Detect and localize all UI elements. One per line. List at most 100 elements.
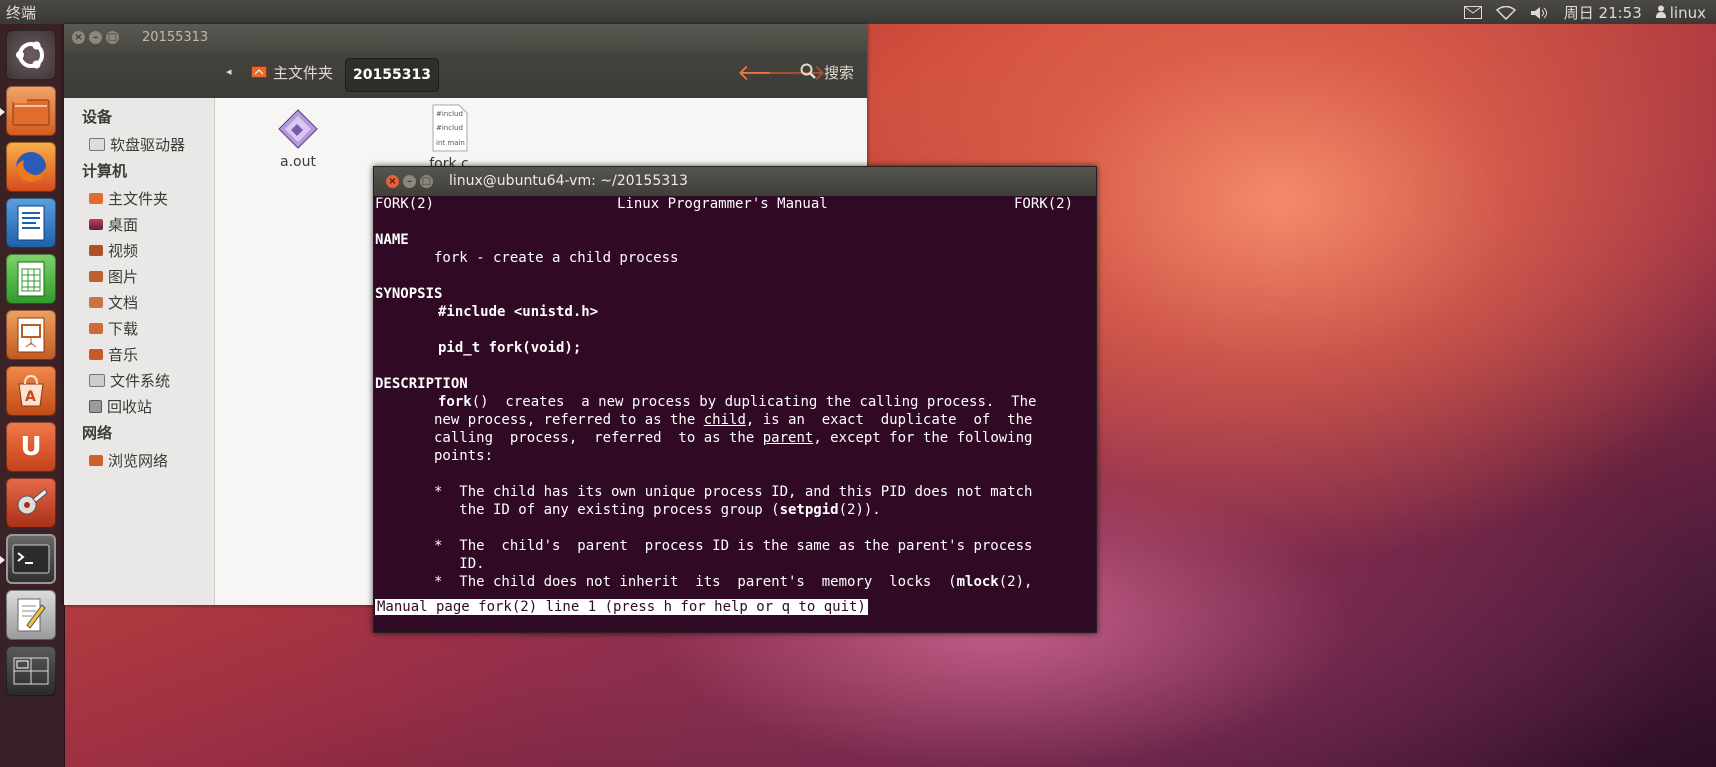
file-manager-titlebar[interactable]: × – □ 20155313 <box>64 24 867 52</box>
sidebar-item-browse-network[interactable]: 浏览网络 <box>89 450 168 471</box>
sidebar-item-home[interactable]: 主文件夹 <box>89 188 168 209</box>
sidebar-item-label: 音乐 <box>108 346 139 364</box>
presentation-icon <box>6 310 56 360</box>
man-desc-line-3: calling process, referred to as the pare… <box>375 430 1032 446</box>
sidebar-heading-devices: 设备 <box>82 108 113 126</box>
launcher-terminal-button[interactable] <box>6 534 56 584</box>
sidebar-item-filesystem[interactable]: 文件系统 <box>89 370 170 391</box>
maximize-icon[interactable]: □ <box>106 31 119 44</box>
man-desc-line-1: fork() creates a new process by duplicat… <box>438 394 1036 410</box>
terminal-output[interactable]: FORK(2) Linux Programmer's Manual FORK(2… <box>374 196 1096 632</box>
terminal-titlebar[interactable]: × – □ linux@ubuntu64-vm: ~/20155313 <box>374 167 1096 196</box>
filesystem-icon <box>89 374 105 387</box>
sidebar-item-music[interactable]: 音乐 <box>89 344 138 365</box>
file-manager-toolbar: ◂ 主文件夹 20155313 🡐 🡒 搜索 <box>64 52 867 98</box>
man-desc-line-2: new process, referred to as the child, i… <box>375 412 1032 428</box>
terminal-title: linux@ubuntu64-vm: ~/20155313 <box>449 173 688 189</box>
top-panel: 终端 周日 21:53 linux <box>0 0 1716 24</box>
terminal-icon <box>6 534 56 584</box>
man-text: * The child does not inherit its parent'… <box>375 574 957 590</box>
man-bullet-3-line-1: * The child does not inherit its parent'… <box>375 574 1032 590</box>
man-text: , except for the following <box>813 430 1033 446</box>
firefox-icon <box>6 142 56 192</box>
sidebar-item-floppy[interactable]: 软盘驱动器 <box>89 134 185 155</box>
man-header-left: FORK(2) <box>375 196 435 212</box>
launcher-writer-button[interactable] <box>6 198 56 248</box>
file-item-a-out[interactable]: a.out <box>268 108 328 170</box>
text-editor-icon <box>6 590 56 640</box>
sidebar-item-documents[interactable]: 文档 <box>89 292 138 313</box>
sidebar-item-videos[interactable]: 视频 <box>89 240 138 261</box>
man-mlock-ref: mlock <box>956 574 999 590</box>
sidebar-item-label: 主文件夹 <box>108 190 169 208</box>
man-text: , is an exact duplicate of the <box>745 412 1033 428</box>
trash-icon <box>89 400 102 413</box>
man-parent-term: parent <box>762 430 814 446</box>
music-folder-icon <box>89 349 103 360</box>
search-button[interactable]: 搜索 <box>800 62 854 83</box>
volume-icon[interactable] <box>1530 6 1550 20</box>
downloads-folder-icon <box>89 323 103 334</box>
desktop-icon <box>89 219 103 230</box>
ubuntu-logo-icon <box>6 30 56 80</box>
man-section-name: NAME <box>375 232 409 248</box>
network-icon[interactable] <box>1495 5 1516 20</box>
launcher-calc-button[interactable] <box>6 254 56 304</box>
launcher: A U <box>0 24 65 767</box>
sidebar-item-label: 下载 <box>108 320 139 338</box>
sidebar-item-pictures[interactable]: 图片 <box>89 266 138 287</box>
launcher-workspaces-button[interactable] <box>6 646 56 696</box>
terminal-window: × – □ linux@ubuntu64-vm: ~/20155313 FORK… <box>373 166 1097 633</box>
breadcrumb-home-label: 主文件夹 <box>273 64 334 82</box>
sidebar-item-label: 视频 <box>108 242 139 260</box>
user-name: linux <box>1669 3 1706 22</box>
breadcrumb-current[interactable]: 20155313 <box>345 58 439 92</box>
active-app-title: 终端 <box>6 4 37 22</box>
maximize-icon[interactable]: □ <box>420 175 433 188</box>
launcher-impress-button[interactable] <box>6 310 56 360</box>
sidebar-heading-computer: 计算机 <box>82 162 128 180</box>
ubuntu-one-icon: U <box>20 432 42 462</box>
workspace-switcher-icon <box>6 646 56 696</box>
software-center-icon: A <box>6 366 56 416</box>
man-synopsis-include: #include <unistd.h> <box>438 304 599 320</box>
breadcrumb-home[interactable]: 主文件夹 <box>251 62 333 83</box>
videos-folder-icon <box>89 245 103 256</box>
file-preview-line: #includ <box>436 124 463 132</box>
user-icon <box>1655 4 1666 22</box>
launcher-firefox-button[interactable] <box>6 142 56 192</box>
minimize-icon[interactable]: – <box>403 175 416 188</box>
document-icon <box>6 198 56 248</box>
close-icon[interactable]: × <box>386 175 399 188</box>
svg-text:A: A <box>25 389 36 405</box>
sidebar-item-downloads[interactable]: 下载 <box>89 318 138 339</box>
close-icon[interactable]: × <box>72 31 85 44</box>
file-preview-line: int main <box>436 139 465 147</box>
sidebar-item-label: 浏览网络 <box>108 452 169 470</box>
launcher-dash-button[interactable] <box>6 30 56 80</box>
man-setpgid-ref: setpgid <box>779 502 839 518</box>
sidebar-item-desktop[interactable]: 桌面 <box>89 214 138 235</box>
launcher-system-settings-button[interactable] <box>6 478 56 528</box>
man-desc-line-4: points: <box>375 448 494 464</box>
file-item-fork-c[interactable]: #includ #includ int main fork.c <box>419 104 479 172</box>
launcher-text-editor-button[interactable] <box>6 590 56 640</box>
pager-status-line: Manual page fork(2) line 1 (press h for … <box>375 599 868 615</box>
indicator-area: 周日 21:53 linux <box>1463 2 1706 23</box>
clock[interactable]: 周日 21:53 <box>1564 2 1642 23</box>
sidebar-item-label: 桌面 <box>108 216 139 234</box>
home-folder-icon <box>251 64 267 82</box>
minimize-icon[interactable]: – <box>89 31 102 44</box>
man-bullet-2-line-1: * The child's parent process ID is the s… <box>375 538 1033 554</box>
sidebar-heading-network: 网络 <box>82 424 113 442</box>
messaging-icon[interactable] <box>1463 6 1482 19</box>
file-manager-title: 20155313 <box>142 30 209 45</box>
launcher-ubuntu-one-button[interactable]: U <box>6 422 56 472</box>
user-menu[interactable]: linux <box>1655 3 1706 22</box>
breadcrumb-scroll-left-icon[interactable]: ◂ <box>226 65 232 78</box>
sidebar-item-label: 文件系统 <box>110 372 171 390</box>
launcher-files-button[interactable] <box>6 86 56 136</box>
documents-folder-icon <box>89 297 103 308</box>
launcher-software-center-button[interactable]: A <box>6 366 56 416</box>
sidebar-item-trash[interactable]: 回收站 <box>89 396 152 417</box>
